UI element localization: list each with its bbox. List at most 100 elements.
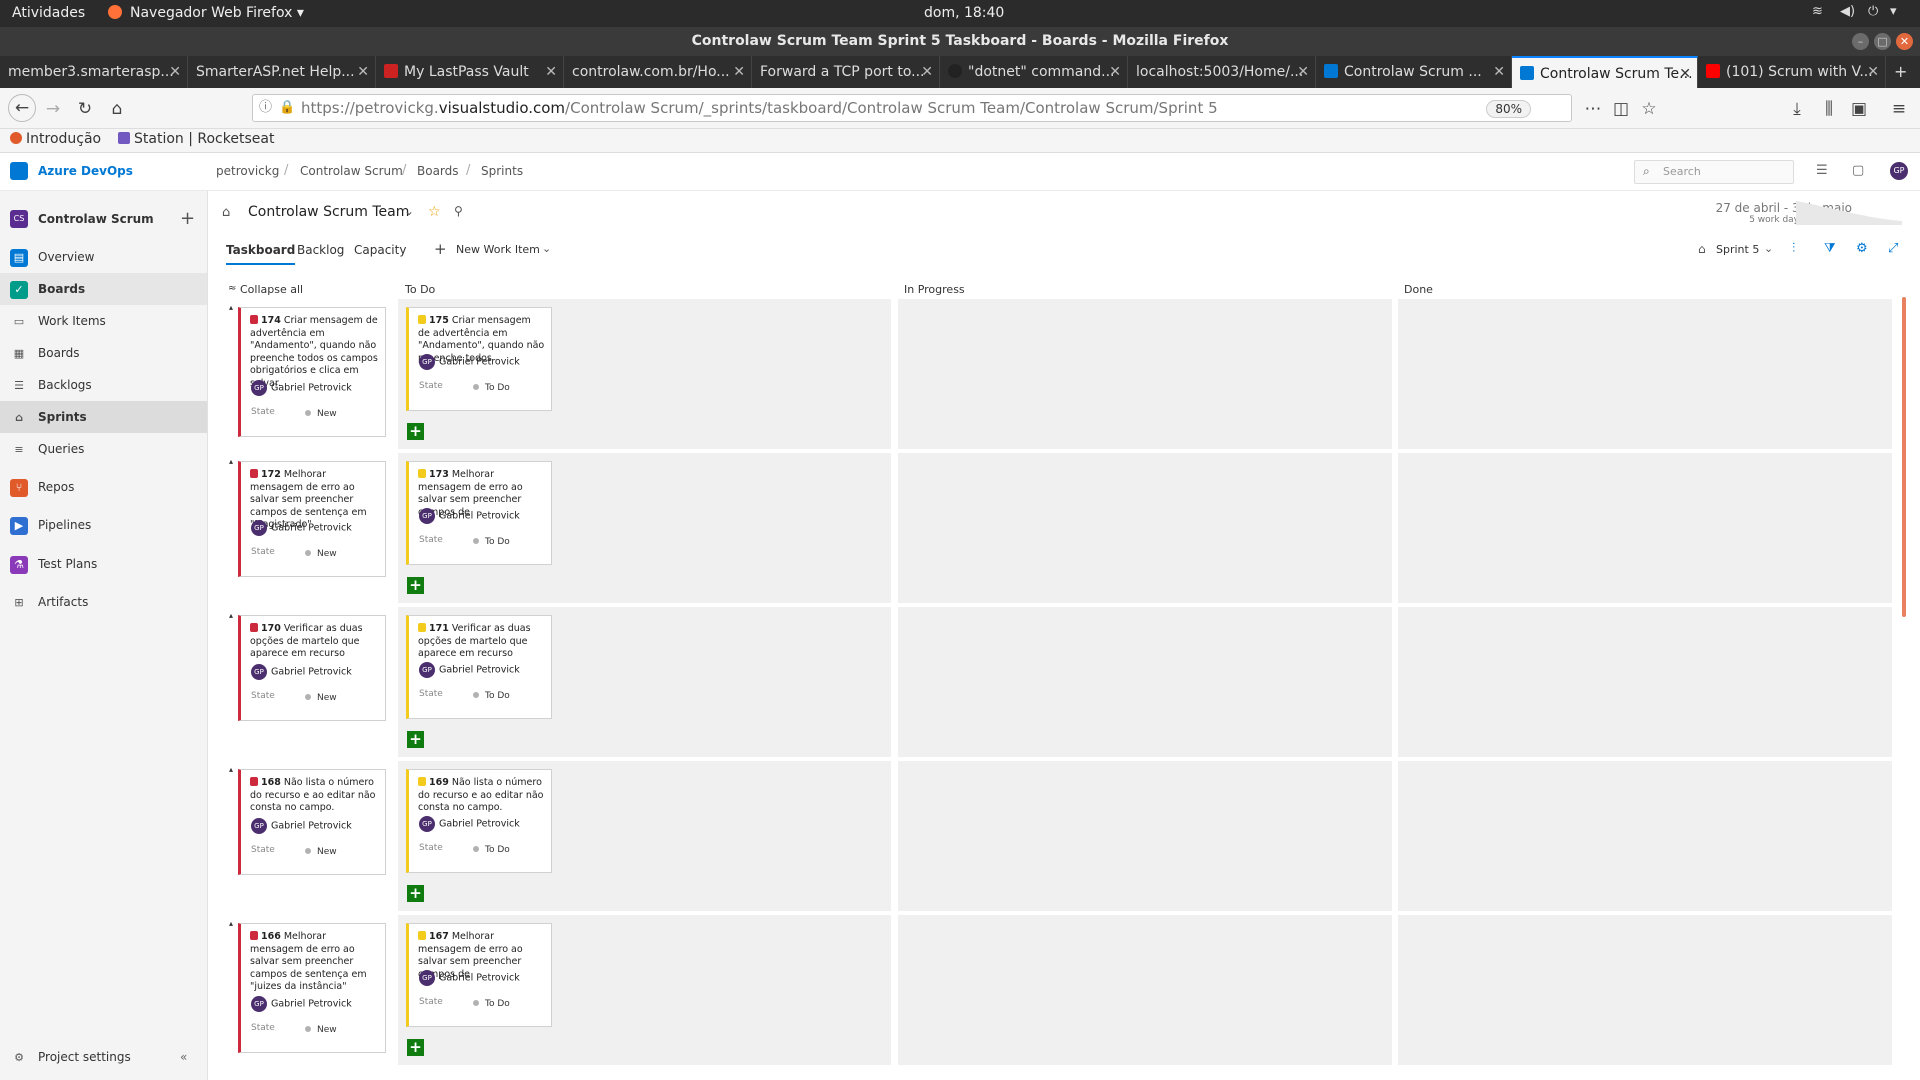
sidebar-item-test-plans[interactable]: ⚗ Test Plans [0,548,207,580]
bookmark-item[interactable]: Station | Rocketseat [118,131,274,147]
swimlane-cell[interactable] [1398,453,1892,603]
swimlane-cell[interactable] [898,453,1392,603]
wifi-icon[interactable]: ≋ [1812,4,1823,19]
team-name[interactable]: Controlaw Scrum Team [248,204,409,220]
bug-card[interactable]: 172 Melhorar mensagem de erro ao salvar … [238,461,386,577]
state-value[interactable]: New [305,692,337,705]
card-assignee[interactable]: GP Gabriel Petrovick [419,662,520,678]
list-icon[interactable]: ☰ [1816,163,1828,178]
chevron-down-icon[interactable]: ⌄ [1764,242,1773,255]
task-card[interactable]: 171 Verificar as duas opções de martelo … [406,615,552,719]
browser-tab[interactable]: Forward a TCP port to... ✕ [752,56,940,88]
card-assignee[interactable]: GP Gabriel Petrovick [251,818,352,834]
browser-tab-active[interactable]: Controlaw Scrum Te... ✕ [1512,56,1698,88]
bookmark-item[interactable]: Introdução [10,131,101,147]
card-assignee[interactable]: GP Gabriel Petrovick [419,508,520,524]
fullscreen-icon[interactable]: ⤢ [1888,241,1898,256]
state-value[interactable]: New [305,408,337,421]
sidebar-item-sprints[interactable]: ⌂ Sprints [0,401,207,433]
breadcrumb-item[interactable]: Boards [417,164,459,178]
close-icon[interactable]: ✕ [1679,58,1691,88]
card-assignee[interactable]: GP Gabriel Petrovick [251,380,352,396]
info-icon[interactable]: ⓘ [259,95,272,121]
close-icon[interactable]: ✕ [733,56,745,88]
tab-capacity[interactable]: Capacity [354,243,406,257]
sidebar-item-work-items[interactable]: ▭ Work Items [0,305,207,337]
breadcrumb-item[interactable]: petrovickg [216,164,279,178]
card-assignee[interactable]: GP Gabriel Petrovick [419,354,520,370]
view-options-icon[interactable]: ⫶ [1792,241,1795,256]
close-icon[interactable]: ✕ [169,56,181,88]
add-task-button[interactable]: + [407,423,424,440]
swimlane-cell[interactable] [898,915,1392,1065]
chevron-down-icon[interactable]: ⌄ [404,204,414,218]
tab-backlog[interactable]: Backlog [297,243,344,257]
filter-icon[interactable]: ⧩ [1824,241,1836,256]
project-selector[interactable]: CS Controlaw Scrum + [0,201,207,237]
state-value[interactable]: To Do [473,690,510,703]
browser-tab[interactable]: Controlaw Scrum ... ✕ [1316,56,1512,88]
collapse-lane-icon[interactable]: ▴ [229,457,233,466]
forward-button[interactable]: → [40,96,66,122]
app-menu[interactable]: Navegador Web Firefox ▾ [130,5,304,21]
search-box[interactable]: ⌕ Search [1634,160,1794,184]
gear-icon[interactable]: ⚙ [1856,241,1868,256]
team-members-icon[interactable]: ⚲ [454,204,463,218]
work-item-title[interactable]: Criar mensagem de advertência em "Andame… [250,315,378,389]
url-bar[interactable]: ⓘ 🔒 https://petrovickg.visualstudio.com/… [252,94,1572,122]
minimize-button[interactable]: – [1852,33,1869,50]
state-value[interactable]: New [305,548,337,561]
browser-tab[interactable]: "dotnet" command... ✕ [940,56,1128,88]
sidebar-item-queries[interactable]: ≡ Queries [0,433,207,465]
close-icon[interactable]: ✕ [1493,56,1505,88]
sidebar-item-pipelines[interactable]: ▶ Pipelines [0,509,207,541]
close-window-button[interactable]: ✕ [1896,33,1913,50]
swimlane-cell[interactable] [1398,299,1892,449]
page-actions-icon[interactable]: ⋯ [1580,96,1606,122]
sidebar-item-boards[interactable]: ✓ Boards [0,273,207,305]
add-task-button[interactable]: + [407,577,424,594]
collapse-lane-icon[interactable]: ▴ [229,919,233,928]
chevron-down-icon[interactable]: ⌄ [542,242,551,255]
collapse-lane-icon[interactable]: ▴ [229,303,233,312]
hamburger-menu-icon[interactable]: ≡ [1886,96,1912,122]
collapse-lane-icon[interactable]: ▴ [229,611,233,620]
sidebar-item-artifacts[interactable]: ⊞ Artifacts [0,586,207,618]
bug-card[interactable]: 166 Melhorar mensagem de erro ao salvar … [238,923,386,1053]
sidebar-item-repos[interactable]: ⑂ Repos [0,471,207,503]
browser-tab[interactable]: (101) Scrum with V... ✕ [1698,56,1886,88]
new-tab-button[interactable]: + [1894,62,1907,81]
vertical-scrollbar[interactable] [1902,297,1906,617]
state-value[interactable]: To Do [473,536,510,549]
state-value[interactable]: To Do [473,844,510,857]
sidebar-toggle-icon[interactable]: ▣ [1846,96,1872,122]
add-task-button[interactable]: + [407,1039,424,1056]
browser-tab[interactable]: SmarterASP.net Help... ✕ [188,56,376,88]
card-assignee[interactable]: GP Gabriel Petrovick [251,996,352,1012]
chevron-down-icon[interactable]: ▾ [1890,4,1897,19]
swimlane-cell[interactable] [898,761,1392,911]
add-task-button[interactable]: + [407,731,424,748]
add-task-button[interactable]: + [407,885,424,902]
pocket-icon[interactable]: ◫ [1608,96,1634,122]
close-icon[interactable]: ✕ [545,56,557,88]
activities-button[interactable]: Atividades [12,5,85,21]
project-settings[interactable]: ⚙ Project settings « [0,1041,207,1073]
home-button[interactable]: ⌂ [104,96,130,122]
new-work-item-button[interactable]: New Work Item [456,243,540,256]
browser-tab[interactable]: localhost:5003/Home/... ✕ [1128,56,1316,88]
bookmark-star-icon[interactable]: ☆ [1636,96,1662,122]
bug-card[interactable]: 170 Verificar as duas opções de martelo … [238,615,386,721]
collapse-lane-icon[interactable]: ▴ [229,765,233,774]
power-icon[interactable]: ⏻ [1868,4,1878,19]
azure-devops-logo-icon[interactable] [10,162,28,180]
volume-icon[interactable]: ◀) [1840,4,1855,19]
reload-button[interactable]: ↻ [72,96,98,122]
state-value[interactable]: To Do [473,382,510,395]
task-card[interactable]: 169 Não lista o número do recurso e ao e… [406,769,552,873]
swimlane-cell[interactable] [1398,915,1892,1065]
breadcrumb-item[interactable]: Controlaw Scrum [300,164,403,178]
clock[interactable]: dom, 18:40 [924,5,1004,21]
browser-tab[interactable]: member3.smarterasp... ✕ [0,56,188,88]
breadcrumb-item[interactable]: Sprints [481,164,523,178]
